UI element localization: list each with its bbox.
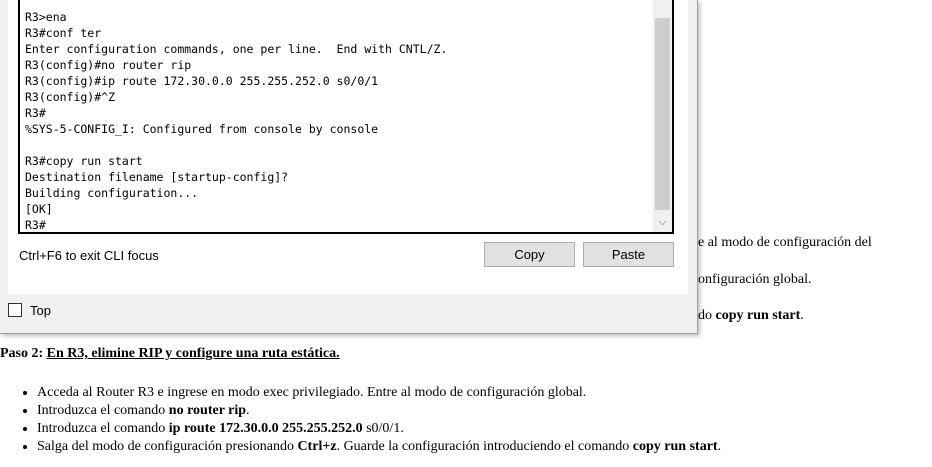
list-item: Introduzca el comando ip route 172.30.0.… — [37, 420, 721, 438]
top-checkbox[interactable] — [8, 303, 22, 317]
step-prefix: Paso 2: — [0, 346, 47, 361]
chevron-down-icon[interactable]: ⌵ — [653, 214, 672, 232]
doc-text-fragment: onfiguración global. — [698, 272, 812, 287]
terminal-output[interactable]: R3>ena R3#conf ter Enter configuration c… — [25, 9, 447, 232]
copy-button[interactable]: Copy — [484, 242, 575, 267]
terminal-scrollbar[interactable]: ⌵ — [653, 0, 672, 232]
list-item: Salga del modo de configuración presiona… — [37, 438, 721, 456]
cli-focus-hint: Ctrl+F6 to exit CLI focus — [19, 248, 159, 263]
cli-terminal[interactable]: R3>ena R3#conf ter Enter configuration c… — [18, 0, 674, 234]
scrollbar-thumb[interactable] — [655, 18, 670, 210]
list-item: Introduzca el comando no router rip. — [37, 402, 721, 420]
step-list: Acceda al Router R3 e ingrese en modo ex… — [0, 384, 721, 456]
step-heading: Paso 2: En R3, elimine RIP y configure u… — [0, 346, 340, 362]
cli-window: R3>ena R3#conf ter Enter configuration c… — [0, 0, 698, 334]
list-item: Acceda al Router R3 e ingrese en modo ex… — [37, 384, 721, 402]
doc-text-fragment: do copy run start. — [698, 308, 804, 323]
step-title: En R3, elimine RIP y configure una ruta … — [46, 346, 340, 361]
paste-button[interactable]: Paste — [583, 242, 674, 267]
top-checkbox-label[interactable]: Top — [30, 303, 51, 318]
doc-text-fragment: e al modo de configuración del — [698, 235, 872, 250]
